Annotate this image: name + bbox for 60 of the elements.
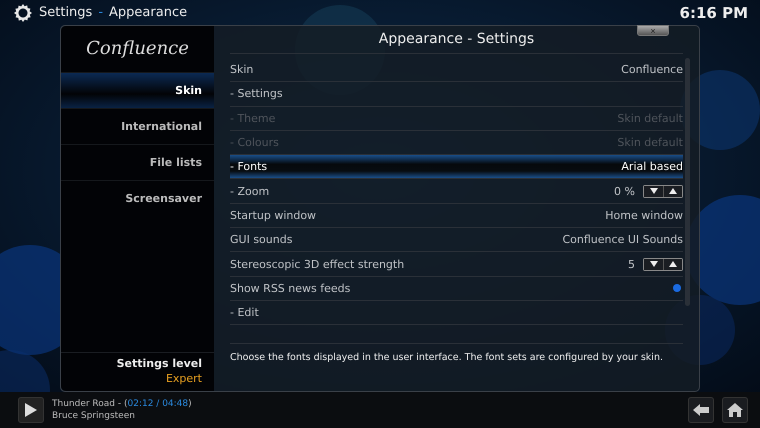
category-tab[interactable]: International — [61, 108, 214, 144]
increase-button[interactable] — [663, 186, 682, 197]
setting-row[interactable]: Stereoscopic 3D effect strength 5 — [230, 252, 683, 277]
setting-row[interactable]: Startup window Home window — [230, 204, 683, 228]
setting-value: Skin default — [617, 136, 683, 150]
setting-row[interactable]: Skin Confluence — [230, 58, 683, 82]
down-triangle-icon — [650, 261, 658, 268]
setting-label: Show RSS news feeds — [230, 282, 350, 295]
track-title: Thunder Road - (02:12 / 04:48) — [52, 399, 192, 409]
setting-row[interactable]: GUI sounds Confluence UI Sounds — [230, 228, 683, 252]
setting-label: - Fonts — [230, 160, 268, 174]
home-button[interactable] — [722, 397, 748, 423]
breadcrumb-separator: - — [98, 5, 104, 20]
setting-label: - Zoom — [230, 184, 270, 198]
play-icon — [25, 403, 37, 417]
setting-label: - Colours — [230, 136, 279, 150]
setting-label: GUI sounds — [230, 233, 292, 246]
setting-row[interactable]: - Fonts Arial based — [230, 155, 683, 180]
back-arrow-icon — [693, 404, 709, 416]
toggle-indicator[interactable] — [673, 284, 681, 292]
close-button[interactable]: × — [637, 25, 669, 36]
increase-button[interactable] — [663, 258, 682, 270]
category-tab[interactable]: Skin — [61, 72, 214, 108]
setting-label: - Theme — [230, 112, 276, 125]
setting-label: Skin — [230, 63, 254, 76]
category-tab[interactable]: File lists — [61, 144, 214, 180]
setting-row[interactable]: - Edit — [230, 300, 683, 326]
page-title: Appearance — [109, 5, 188, 20]
setting-description: Choose the fonts displayed in the user interface. The font sets are configured by your skin. — [230, 343, 683, 364]
home-icon — [727, 403, 743, 417]
scrollbar[interactable] — [685, 58, 690, 306]
setting-value: Arial based — [621, 160, 683, 174]
down-triangle-icon — [650, 188, 658, 194]
setting-label: - Settings — [230, 87, 283, 100]
setting-value: Confluence — [621, 63, 683, 76]
settings-level-value[interactable]: Expert — [166, 372, 202, 385]
setting-row[interactable]: - Settings — [230, 82, 683, 107]
settings-level-label: Settings level — [116, 357, 202, 370]
setting-value: 5 — [628, 258, 635, 271]
play-button[interactable] — [18, 397, 44, 423]
setting-value: Home window — [605, 208, 683, 222]
setting-row[interactable]: Show RSS news feeds — [230, 276, 683, 301]
skin-logo: Confluence — [85, 37, 190, 61]
setting-label: Stereoscopic 3D effect strength — [230, 258, 404, 271]
up-triangle-icon — [669, 188, 677, 194]
section-title: Settings — [39, 5, 92, 20]
back-button[interactable] — [688, 397, 714, 423]
setting-value: Confluence UI Sounds — [562, 233, 683, 246]
decrease-button[interactable] — [644, 186, 663, 197]
up-triangle-icon — [669, 261, 677, 268]
setting-label: - Edit — [230, 306, 259, 320]
gear-icon — [13, 2, 33, 22]
clock: 6:16 PM — [680, 4, 748, 22]
setting-row[interactable]: - Zoom 0 % — [230, 179, 683, 204]
decrease-button[interactable] — [644, 258, 663, 270]
setting-value: 0 % — [614, 184, 635, 198]
track-artist: Bruce Springsteen — [52, 411, 136, 421]
setting-value: Skin default — [617, 112, 683, 125]
category-tab[interactable]: Screensaver — [61, 180, 214, 216]
setting-label: Startup window — [230, 208, 316, 222]
